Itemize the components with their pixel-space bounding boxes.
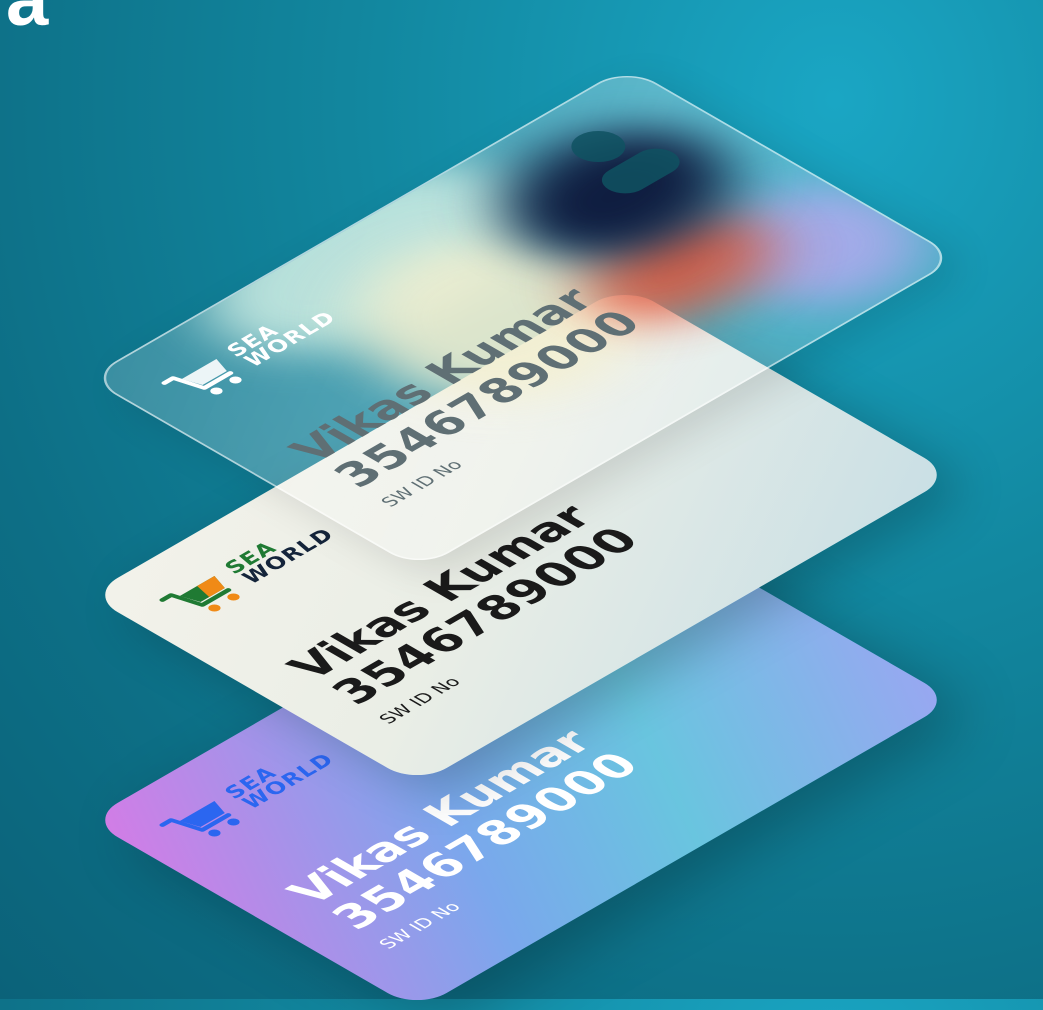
card-holder-info: Vikas Kumar 3546789000 SW ID No [276,720,682,953]
sea-world-logo: SEA WORLD [152,513,347,626]
sea-world-logo: SEA WORLD [152,738,347,851]
card-stack: SEA WORLD Vikas Kumar 3546789000 SW ID N… [0,0,1043,1010]
